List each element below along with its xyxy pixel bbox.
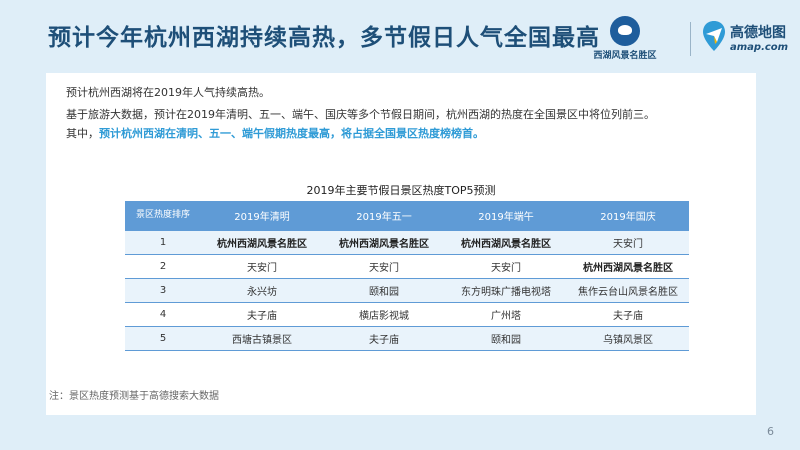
column-header-wuyi: 2019年五一	[323, 201, 445, 231]
page-number: 6	[767, 425, 774, 438]
table-row: 5 西塘古镇景区 夫子庙 颐和园 乌镇风景区	[125, 326, 689, 351]
table-cell: 天安门	[445, 254, 567, 279]
table-cell: 杭州西湖风景名胜区	[567, 254, 689, 279]
paragraph-1: 预计杭州西湖将在2019年人气持续高热。	[66, 86, 270, 99]
content-card: 预计杭州西湖将在2019年人气持续高热。 基于旅游大数据，预计在2019年清明、…	[46, 73, 756, 415]
rank-cell: 4	[125, 302, 201, 327]
table-cell: 天安门	[567, 230, 689, 255]
table-cell: 杭州西湖风景名胜区	[445, 230, 567, 255]
amap-logo-icon	[703, 21, 725, 51]
paragraph-3-prefix: 其中，	[66, 127, 99, 140]
table-cell: 天安门	[323, 254, 445, 279]
table-cell: 夫子庙	[323, 326, 445, 351]
table-row: 3 永兴坊 颐和园 东方明珠广播电视塔 焦作云台山风景名胜区	[125, 278, 689, 303]
footnote: 注：景区热度预测基于高德搜索大数据	[49, 391, 219, 402]
column-header-qingming: 2019年清明	[201, 201, 323, 231]
rank-cell: 5	[125, 326, 201, 351]
table-cell: 西塘古镇景区	[201, 326, 323, 351]
column-header-guoqing: 2019年国庆	[567, 201, 689, 231]
amap-logo-url: amap.com	[730, 42, 789, 53]
table-row: 2 天安门 天安门 天安门 杭州西湖风景名胜区	[125, 254, 689, 279]
rank-cell: 1	[125, 230, 201, 255]
paragraph-3-highlight: 预计杭州西湖在清明、五一、端午假期热度最高，将占据全国景区热度榜榜首。	[99, 127, 484, 140]
paragraph-3: 其中，预计杭州西湖在清明、五一、端午假期热度最高，将占据全国景区热度榜榜首。	[66, 125, 484, 141]
table-row: 1 杭州西湖风景名胜区 杭州西湖风景名胜区 杭州西湖风景名胜区 天安门	[125, 230, 689, 255]
rank-column-header: 景区热度排序	[125, 201, 201, 231]
westlake-logo: 西湖风景名胜区	[570, 14, 680, 62]
table-cell: 颐和园	[445, 326, 567, 351]
table-cell: 广州塔	[445, 302, 567, 327]
table-cell: 杭州西湖风景名胜区	[201, 230, 323, 255]
column-header-duanwu: 2019年端午	[445, 201, 567, 231]
amap-logo: 高德地图 amap.com	[702, 18, 800, 62]
table-row: 4 夫子庙 横店影视城 广州塔 夫子庙	[125, 302, 689, 327]
westlake-logo-text: 西湖风景名胜区	[593, 51, 657, 61]
westlake-logo-icon	[610, 16, 640, 46]
page-title: 预计今年杭州西湖持续高热，多节假日人气全国最高	[48, 25, 600, 51]
table-cell: 乌镇风景区	[567, 326, 689, 351]
table-cell: 永兴坊	[201, 278, 323, 303]
table-cell: 夫子庙	[201, 302, 323, 327]
amap-logo-name: 高德地图	[730, 25, 786, 41]
table-cell: 东方明珠广播电视塔	[445, 278, 567, 303]
table-cell: 夫子庙	[567, 302, 689, 327]
ranking-table: 景区热度排序 2019年清明 2019年五一 2019年端午 2019年国庆 1…	[125, 201, 689, 351]
table-title: 2019年主要节假日景区热度TOP5预测	[306, 184, 496, 197]
table-cell: 杭州西湖风景名胜区	[323, 230, 445, 255]
table-cell: 焦作云台山风景名胜区	[567, 278, 689, 303]
table-cell: 横店影视城	[323, 302, 445, 327]
paragraph-2: 基于旅游大数据，预计在2019年清明、五一、端午、国庆等多个节假日期间，杭州西湖…	[66, 108, 655, 121]
table-cell: 天安门	[201, 254, 323, 279]
logo-divider	[690, 22, 691, 56]
table-cell: 颐和园	[323, 278, 445, 303]
table-header-row: 景区热度排序 2019年清明 2019年五一 2019年端午 2019年国庆	[125, 201, 689, 231]
rank-cell: 3	[125, 278, 201, 303]
rank-cell: 2	[125, 254, 201, 279]
